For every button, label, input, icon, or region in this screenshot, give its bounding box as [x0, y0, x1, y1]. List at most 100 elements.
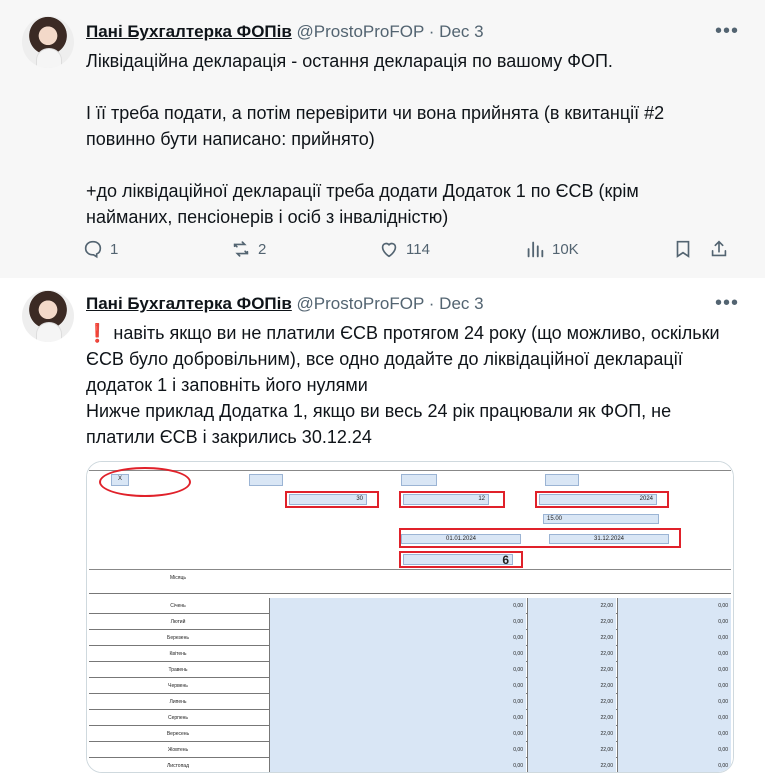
- contribution-cell: 0,00: [617, 694, 731, 710]
- tweet[interactable]: Пані Бухгалтерка ФОПів @ProstoProFOP · D…: [0, 0, 765, 278]
- income-cell: 0,00: [269, 694, 526, 710]
- contribution-cell: 0,00: [617, 614, 731, 630]
- field-30-value: 30: [356, 496, 363, 502]
- min-cell: 22,00: [527, 726, 616, 742]
- month-cell: Травень: [168, 667, 188, 673]
- views-button[interactable]: 10K: [524, 238, 579, 260]
- month-cell: Серпень: [167, 715, 189, 721]
- table-row: Березень 0,00 22,00 0,00: [89, 630, 731, 646]
- repost-count: 2: [258, 240, 267, 258]
- income-cell: 0,00: [269, 662, 526, 678]
- income-cell: 0,00: [269, 614, 526, 630]
- field-2024-value: 2024: [639, 496, 653, 502]
- tweet-date[interactable]: Dec 3: [439, 294, 483, 313]
- share-icon: [711, 240, 727, 257]
- separator: ·: [428, 22, 435, 41]
- month-cell: Лютий: [170, 619, 186, 625]
- month-cell: Вересень: [166, 731, 190, 737]
- table-row: Жовтень 0,00 22,00 0,00: [89, 742, 731, 758]
- checkbox-mark: X: [117, 476, 122, 482]
- handwritten-field: 6: [403, 554, 513, 566]
- date-to-field: 31.12.2024: [549, 534, 669, 544]
- tweet-header: Пані Бухгалтерка ФОПів @ProstoProFOP · D…: [86, 22, 484, 42]
- views-icon: [527, 241, 544, 258]
- contribution-cell: 0,00: [617, 710, 731, 726]
- tweet-paragraph: ❗ навіть якщо ви не платили ЄСВ протягом…: [86, 323, 720, 395]
- month-cell: Січень: [170, 603, 186, 609]
- like-button[interactable]: 114: [378, 238, 430, 260]
- field-2024: 2024: [539, 494, 657, 505]
- author-handle[interactable]: @ProstoProFOP: [297, 294, 424, 313]
- attached-image[interactable]: X 30 12 2024 15.00 01.01.2024 31.12.2024…: [86, 461, 734, 773]
- income-cell: 0,00: [269, 598, 526, 614]
- min-cell: 22,00: [527, 694, 616, 710]
- reply-icon: [84, 240, 102, 259]
- tweet-paragraph: Нижче приклад Додатка 1, якщо ви весь 24…: [86, 401, 672, 447]
- tweet-date[interactable]: Dec 3: [439, 22, 483, 41]
- like-count: 114: [406, 240, 430, 258]
- reply-count: 1: [110, 240, 119, 258]
- tweet-header: Пані Бухгалтерка ФОПів @ProstoProFOP · D…: [86, 294, 484, 314]
- field-12-value: 12: [478, 496, 485, 502]
- divider: [89, 470, 731, 471]
- view-count: 10K: [552, 240, 579, 258]
- author-handle[interactable]: @ProstoProFOP: [297, 22, 424, 41]
- income-cell: 0,00: [269, 758, 526, 772]
- form-document: X 30 12 2024 15.00 01.01.2024 31.12.2024…: [87, 462, 733, 772]
- month-cell: Жовтень: [167, 747, 189, 753]
- field-12: 12: [403, 494, 489, 505]
- table-row: Вересень 0,00 22,00 0,00: [89, 726, 731, 742]
- table-header: Місяць: [89, 570, 731, 594]
- table-row: Червень 0,00 22,00 0,00: [89, 678, 731, 694]
- income-cell: 0,00: [269, 710, 526, 726]
- min-cell: 22,00: [527, 598, 616, 614]
- field-30: 30: [289, 494, 367, 505]
- separator: ·: [428, 294, 435, 313]
- share-button[interactable]: [708, 238, 730, 260]
- contribution-cell: 0,00: [617, 742, 731, 758]
- contribution-cell: 0,00: [617, 662, 731, 678]
- tweet-paragraph: І її треба подати, а потім перевірити чи…: [86, 103, 665, 149]
- avatar[interactable]: [22, 290, 74, 342]
- min-cell: 22,00: [527, 758, 616, 772]
- month-cell: Квітень: [169, 651, 187, 657]
- table-row: Листопад 0,00 22,00 0,00: [89, 758, 731, 772]
- income-cell: 0,00: [269, 742, 526, 758]
- tweet-text: Ліквідаційна декларація - остання деклар…: [86, 48, 726, 230]
- repost-button[interactable]: 2: [230, 238, 266, 260]
- author-name[interactable]: Пані Бухгалтерка ФОПів: [86, 22, 292, 41]
- income-cell: 0,00: [269, 646, 526, 662]
- contribution-cell: 0,00: [617, 726, 731, 742]
- table-row: Травень 0,00 22,00 0,00: [89, 662, 731, 678]
- min-cell: 22,00: [527, 646, 616, 662]
- min-cell: 22,00: [527, 614, 616, 630]
- min-cell: 22,00: [527, 662, 616, 678]
- income-cell: 0,00: [269, 630, 526, 646]
- field-rate-value: 15.00: [547, 516, 563, 522]
- month-cell: Березень: [167, 635, 189, 641]
- bookmark-icon: [676, 240, 690, 258]
- date-to-value: 31.12.2024: [593, 536, 625, 542]
- field-box: [401, 474, 437, 486]
- column-header: Місяць: [170, 575, 186, 581]
- date-from-value: 01.01.2024: [445, 536, 477, 542]
- month-cell: Червень: [168, 683, 188, 689]
- field-box: [249, 474, 283, 486]
- avatar[interactable]: [22, 16, 74, 68]
- bookmark-button[interactable]: [672, 238, 694, 260]
- income-cell: 0,00: [269, 726, 526, 742]
- more-options-icon[interactable]: •••: [715, 20, 739, 43]
- author-name[interactable]: Пані Бухгалтерка ФОПів: [86, 294, 292, 313]
- reply-button[interactable]: 1: [82, 238, 118, 260]
- more-options-icon[interactable]: •••: [715, 292, 739, 315]
- table-row: Серпень 0,00 22,00 0,00: [89, 710, 731, 726]
- contribution-cell: 0,00: [617, 678, 731, 694]
- checkbox-field: X: [111, 474, 129, 486]
- contribution-cell: 0,00: [617, 630, 731, 646]
- table-row: Липень 0,00 22,00 0,00: [89, 694, 731, 710]
- contribution-cell: 0,00: [617, 598, 731, 614]
- month-cell: Листопад: [167, 763, 189, 769]
- contribution-cell: 0,00: [617, 646, 731, 662]
- min-cell: 22,00: [527, 678, 616, 694]
- table-row: Лютий 0,00 22,00 0,00: [89, 614, 731, 630]
